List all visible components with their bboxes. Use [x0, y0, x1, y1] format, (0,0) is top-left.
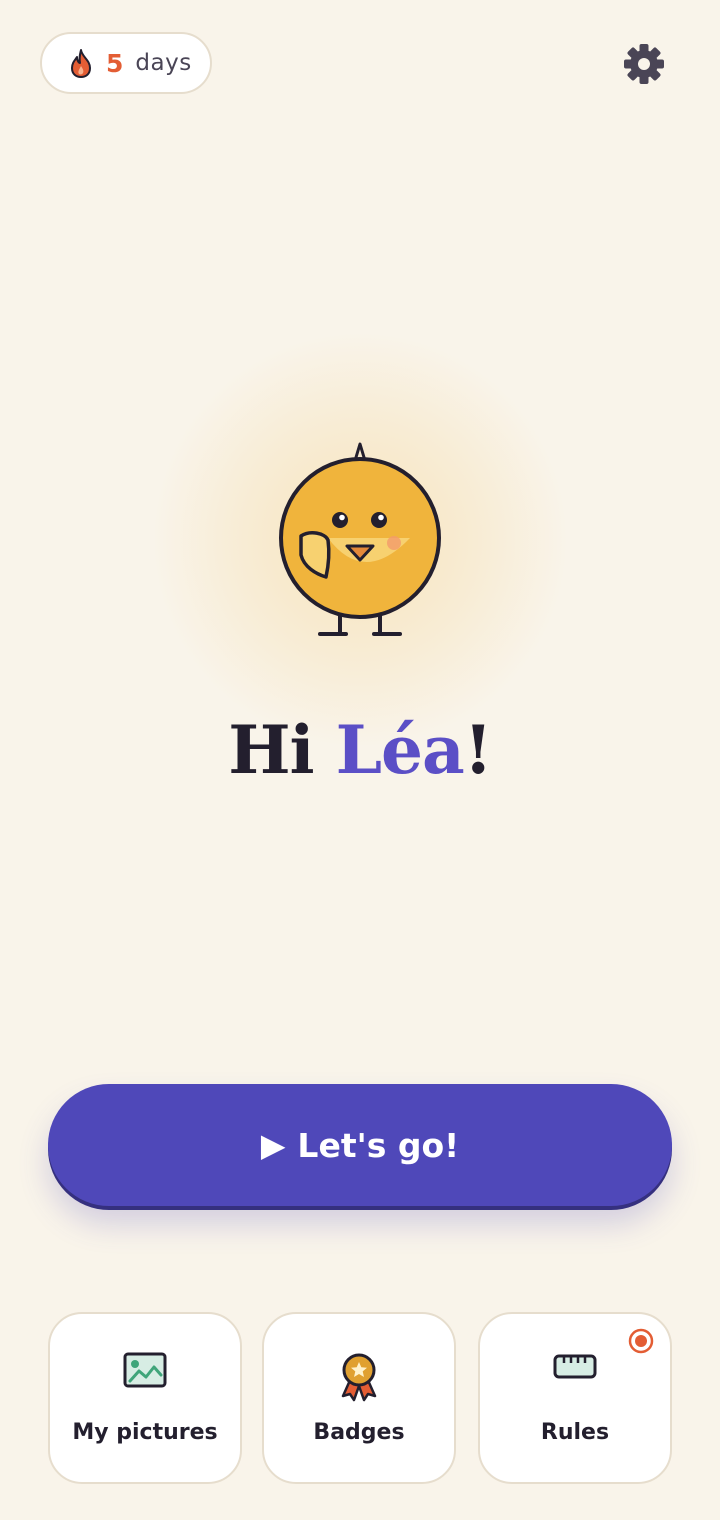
- image-icon: [123, 1352, 167, 1388]
- chick-mascot: [279, 442, 441, 636]
- play-icon: ▶: [260, 1126, 286, 1164]
- badges-tile[interactable]: Badges: [262, 1312, 456, 1484]
- my-pictures-tile[interactable]: My pictures: [48, 1312, 242, 1484]
- badges-label: Badges: [313, 1420, 405, 1445]
- gear-icon[interactable]: [622, 42, 666, 86]
- greeting-heading: Hi Léa!: [0, 708, 720, 792]
- greeting-suffix: !: [463, 711, 493, 789]
- my-pictures-label: My pictures: [72, 1420, 218, 1445]
- streak-count: 5: [106, 48, 124, 78]
- streak-badge[interactable]: 5 days: [40, 32, 212, 94]
- rules-tile[interactable]: Rules: [478, 1312, 672, 1484]
- rules-label: Rules: [540, 1420, 610, 1445]
- streak-unit-label: days: [135, 50, 192, 76]
- greeting-prefix: Hi: [228, 711, 314, 789]
- user-name: Léa: [335, 711, 465, 789]
- notification-dot-icon: [628, 1328, 654, 1354]
- lets-go-button[interactable]: ▶ Let's go!: [48, 1084, 672, 1206]
- lets-go-label: Let's go!: [297, 1125, 460, 1165]
- ruler-icon: [553, 1354, 597, 1379]
- badge-icon: [341, 1353, 377, 1402]
- flame-icon: [71, 49, 91, 78]
